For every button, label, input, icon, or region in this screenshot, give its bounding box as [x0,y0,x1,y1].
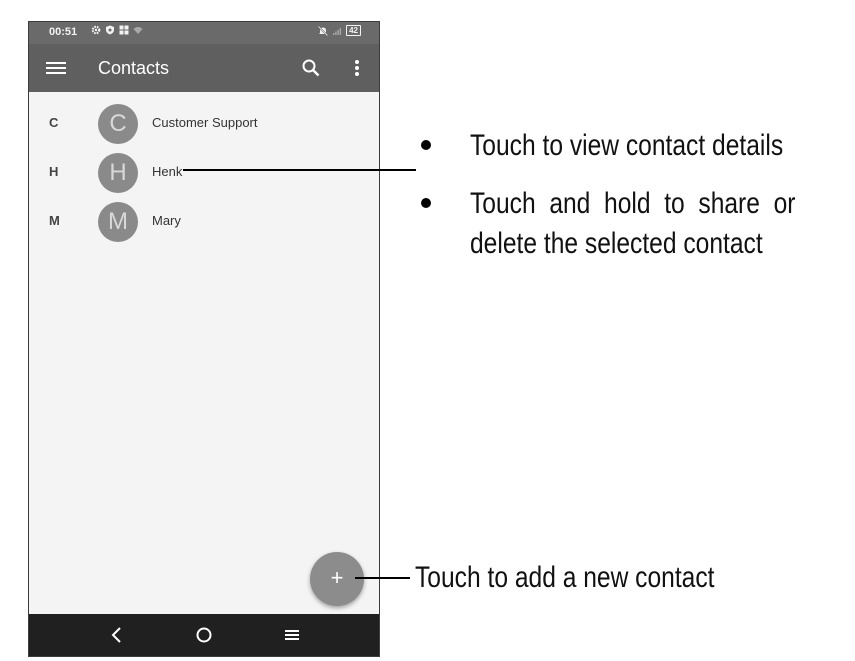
section-letter: H [49,164,59,179]
contact-leader-line [183,169,416,171]
contact-name: Mary [152,213,181,228]
contact-name: Henk [152,164,183,179]
avatar: C [98,104,138,144]
contact-tip-hold-line2: delete the selected contact [470,227,763,260]
notifications-off-icon [318,25,329,36]
contact-row-mary[interactable]: M M Mary [29,198,379,247]
contact-name: Customer Support [152,115,258,130]
recents-icon[interactable] [281,624,303,646]
battery-indicator: 42 [346,25,361,36]
contact-tip-hold-line1: Touch and hold to share or [470,187,796,220]
avatar: M [98,202,138,242]
menu-icon[interactable] [45,58,67,78]
status-right-icons: 42 [318,25,361,36]
add-contact-button[interactable]: + [310,552,364,606]
settings-icon [91,25,101,35]
status-bar: 00:51 42 [29,22,379,44]
wifi-icon [133,27,143,34]
contact-tip-view: Touch to view contact details [470,129,784,162]
fab-tip: Touch to add a new contact [415,561,715,594]
fab-leader-line [355,577,410,579]
contact-row-henk[interactable]: H H Henk [29,149,379,198]
navigation-bar [29,614,379,656]
back-icon[interactable] [106,624,128,646]
section-letter: C [49,115,59,130]
section-letter: M [49,213,60,228]
signal-icon [333,27,342,35]
contact-list: C C Customer Support H H Henk M M Mary [29,100,379,247]
bullet-point [421,140,431,150]
phone-screen: 00:51 42 Contacts C C Customer Support H… [28,21,380,657]
more-vert-icon[interactable] [347,56,367,80]
app-bar: Contacts [29,44,379,92]
avatar: H [98,153,138,193]
grid-icon [119,25,129,35]
home-icon[interactable] [193,624,215,646]
bullet-point [421,198,431,208]
status-left-icons [91,25,143,35]
contact-row-customer-support[interactable]: C C Customer Support [29,100,379,149]
page-title: Contacts [98,58,170,78]
search-icon[interactable] [299,56,323,80]
status-time: 00:51 [49,26,78,38]
shield-icon [106,25,114,35]
